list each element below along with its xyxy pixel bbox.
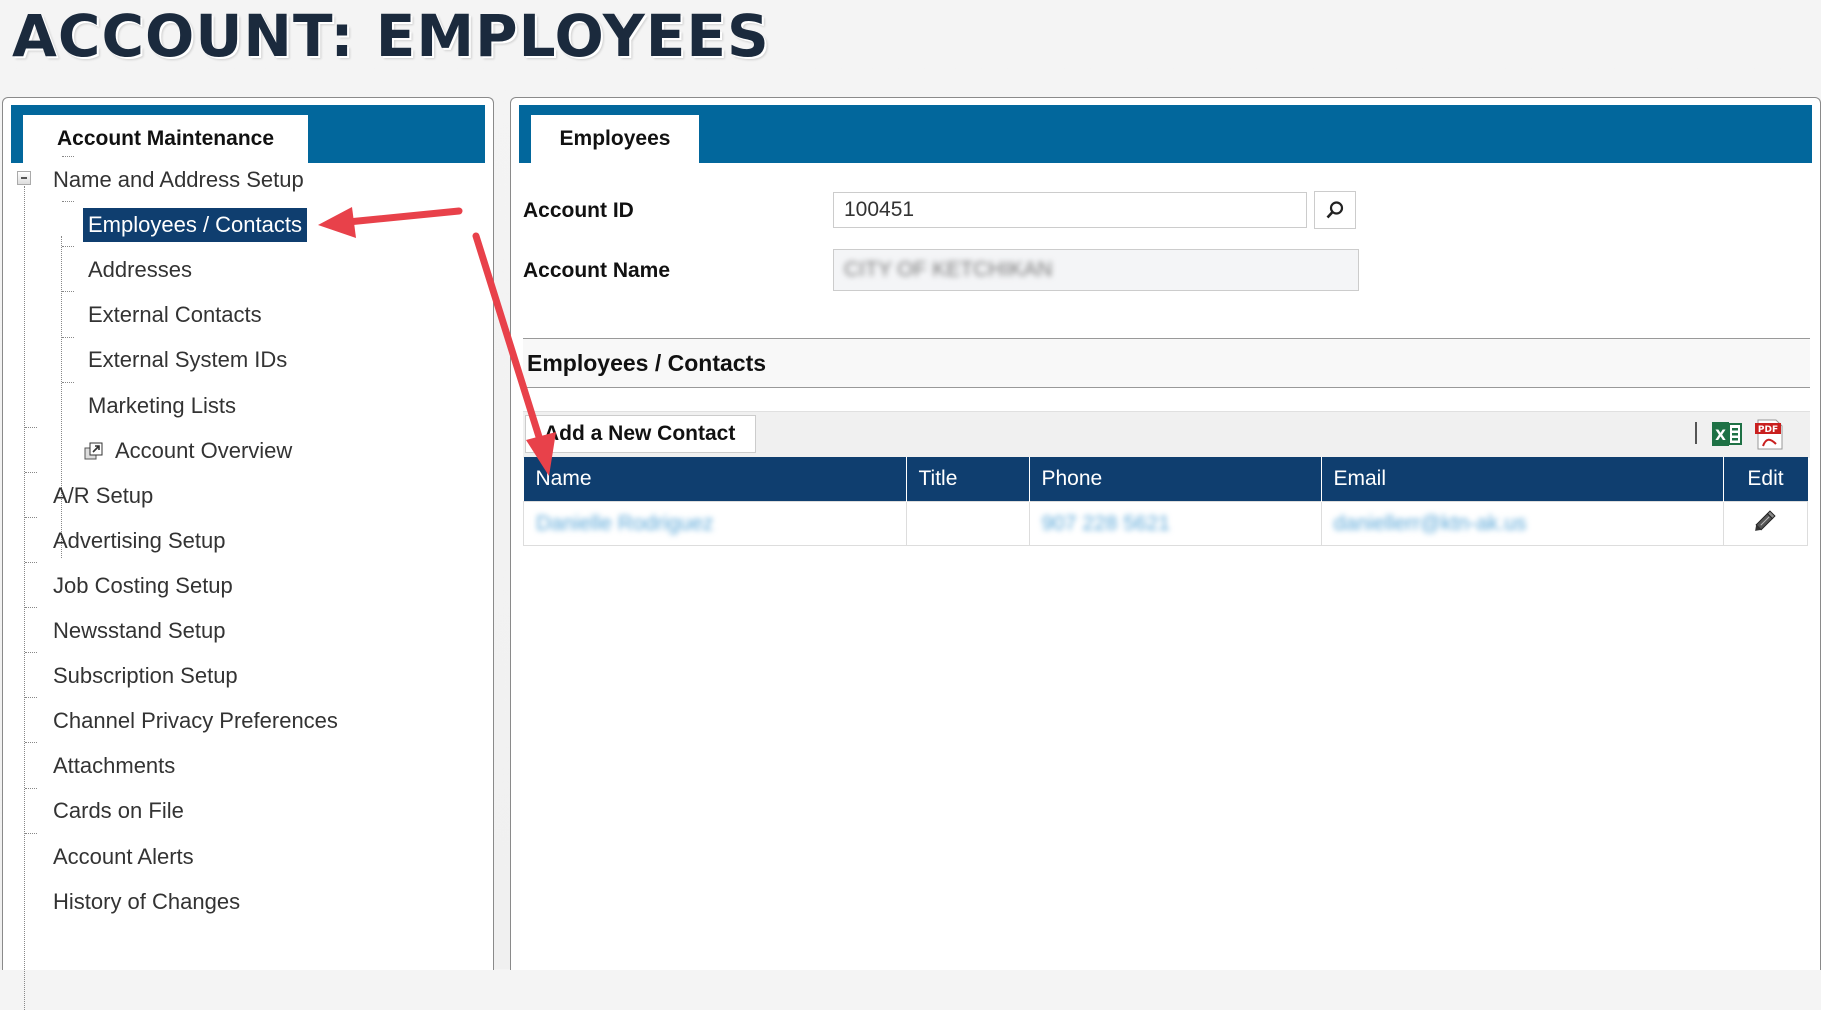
account-id-value: 100451: [844, 198, 915, 221]
tree-item[interactable]: Newsstand Setup: [53, 614, 225, 648]
contacts-table: Name Title Phone Email Edit Danielle Rod…: [523, 457, 1808, 546]
pencil-icon[interactable]: [1752, 508, 1778, 534]
tree-item[interactable]: Cards on File: [53, 794, 184, 828]
account-name-input: CITY OF KETCHIKAN: [833, 249, 1359, 291]
tree-item[interactable]: A/R Setup: [53, 479, 153, 513]
add-new-contact-button[interactable]: Add a New Contact: [525, 415, 757, 453]
tree-connector: [62, 291, 74, 293]
cell-edit[interactable]: [1722, 501, 1808, 546]
cell-name[interactable]: Danielle Rodriguez: [523, 501, 907, 546]
tree-item[interactable]: External Contacts: [88, 298, 262, 332]
tree-item[interactable]: Addresses: [88, 253, 192, 287]
tree-connector: [25, 697, 37, 699]
grid-toolbar: Add a New Contact X PDF: [523, 411, 1810, 458]
employees-panel: Employees Account ID 100451 Account Name…: [510, 97, 1821, 970]
account-maintenance-panel: Account Maintenance Name and Address Set…: [2, 97, 494, 1010]
search-button[interactable]: [1314, 191, 1356, 229]
tree-connector: [25, 652, 37, 654]
tree-connector: [25, 787, 37, 789]
tree-item[interactable]: Employees / Contacts: [83, 208, 307, 243]
tree-item[interactable]: External System IDs: [88, 343, 287, 377]
account-name-label: Account Name: [523, 259, 671, 282]
page-title: ACCOUNT: EMPLOYEES: [12, 2, 770, 70]
account-id-label: Account ID: [523, 199, 634, 222]
svg-text:X: X: [1715, 428, 1726, 444]
tree-connector: [25, 562, 37, 563]
tree-connector: [62, 201, 74, 203]
cell-title: [905, 501, 1030, 546]
cell-phone[interactable]: 907 228 5621: [1028, 501, 1322, 546]
tree-connector: [62, 336, 74, 338]
search-icon: [1326, 201, 1344, 219]
collapse-toggle-icon[interactable]: [17, 171, 31, 185]
table-row: Danielle Rodriguez 907 228 5621 danielle…: [523, 501, 1808, 546]
tree-connector: [25, 516, 37, 518]
pdf-export-icon[interactable]: PDF: [1754, 418, 1784, 450]
column-header-edit: Edit: [1723, 457, 1808, 502]
right-tab-bar: Employees: [519, 105, 1812, 163]
tab-employees[interactable]: Employees: [531, 115, 699, 163]
tree-connector: [25, 471, 37, 473]
tree-connector: [25, 426, 37, 428]
tree-item[interactable]: Marketing Lists: [88, 389, 236, 423]
contact-name-link[interactable]: Danielle Rodriguez: [536, 512, 713, 535]
account-name-value: CITY OF KETCHIKAN: [844, 258, 1053, 281]
tree-line: [24, 186, 25, 1010]
table-header-row: Name Title Phone Email Edit: [523, 457, 1808, 502]
column-header-email[interactable]: Email: [1321, 457, 1724, 502]
column-header-name[interactable]: Name: [523, 457, 907, 502]
tree-item[interactable]: History of Changes: [53, 885, 240, 919]
left-tab-bar: Account Maintenance: [11, 105, 485, 163]
toolbar-separator: [1695, 422, 1697, 444]
svg-text:PDF: PDF: [1758, 425, 1778, 435]
tree-item[interactable]: Name and Address Setup: [53, 163, 304, 197]
section-title: Employees / Contacts: [523, 338, 1810, 388]
tree-item[interactable]: Subscription Setup: [53, 659, 238, 693]
tree-item[interactable]: Account Overview: [115, 434, 292, 468]
tree-connector: [25, 607, 37, 609]
tree-item[interactable]: Channel Privacy Preferences: [53, 704, 338, 738]
account-id-input[interactable]: 100451: [833, 192, 1307, 228]
tree-connector: [62, 381, 74, 383]
tree-connector: [25, 832, 37, 834]
column-header-title[interactable]: Title: [906, 457, 1030, 502]
tree-connector: [62, 246, 74, 248]
external-link-icon: [84, 442, 103, 460]
tree-item[interactable]: Account Alerts: [53, 840, 194, 874]
tree-item[interactable]: Advertising Setup: [53, 524, 225, 558]
contact-email-link[interactable]: daniellerr@ktn-ak.us: [1334, 512, 1527, 535]
tree-item[interactable]: Job Costing Setup: [53, 569, 233, 603]
tree-item[interactable]: Attachments: [53, 749, 175, 783]
contact-phone-link[interactable]: 907 228 5621: [1042, 512, 1170, 535]
tree-connector: [62, 156, 74, 158]
excel-export-icon[interactable]: X: [1712, 420, 1742, 448]
tree-connector: [25, 742, 37, 744]
cell-email[interactable]: daniellerr@ktn-ak.us: [1320, 501, 1724, 546]
column-header-phone[interactable]: Phone: [1029, 457, 1322, 502]
